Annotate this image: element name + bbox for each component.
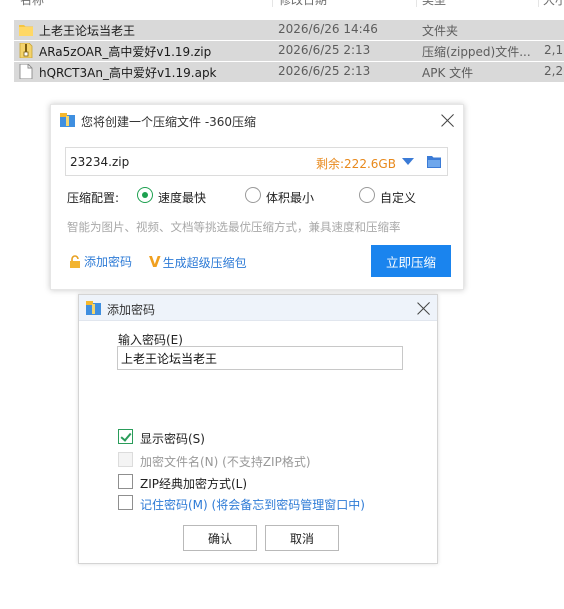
radio-fastest-label[interactable]: 速度最快 xyxy=(158,189,206,206)
file-list-header: 名称 修改日期 类型 大小 xyxy=(0,0,564,9)
file-type: 压缩(zipped)文件... xyxy=(422,45,531,59)
zip-file-icon xyxy=(19,43,33,58)
file-row[interactable]: 上老王论坛当老王 2026/6/26 14:46 文件夹 xyxy=(14,20,564,40)
column-type[interactable]: 类型 xyxy=(422,0,446,8)
column-divider[interactable] xyxy=(416,0,417,7)
close-icon[interactable] xyxy=(417,301,431,315)
file-date: 2026/6/26 14:46 xyxy=(278,22,378,36)
archive-name-field[interactable]: 23234.zip 剩余:222.6GB xyxy=(65,147,448,176)
password-input[interactable] xyxy=(117,346,403,370)
file-type: 文件夹 xyxy=(422,24,459,38)
super-package-label: 生成超级压缩包 xyxy=(162,256,247,270)
add-password-link[interactable]: 添加密码 xyxy=(69,253,132,270)
cancel-button[interactable]: 取消 xyxy=(265,525,339,551)
encrypt-filenames-label: 加密文件名(N) (不支持ZIP格式) xyxy=(140,455,311,469)
screen: 名称 修改日期 类型 大小 上老王论坛当老王 2026/6/26 14:46 文… xyxy=(0,0,564,609)
archive-name: 23234.zip xyxy=(70,155,130,169)
file-size: 2,2 xyxy=(544,64,564,78)
v-badge-icon: V xyxy=(149,253,161,271)
confirm-button[interactable]: 确认 xyxy=(183,525,257,551)
360-zip-app-icon xyxy=(60,113,75,127)
file-row[interactable]: hQRCT3An_高中爱好v1.19.apk 2026/6/25 2:13 AP… xyxy=(14,62,564,82)
compress-config-label: 压缩配置: xyxy=(67,191,120,205)
radio-custom[interactable] xyxy=(359,187,375,203)
file-row[interactable]: ARa5zOAR_高中爱好v1.19.zip 2026/6/25 2:13 压缩… xyxy=(14,41,564,61)
encrypt-filenames-checkbox xyxy=(118,452,133,467)
column-date[interactable]: 修改日期 xyxy=(279,0,327,8)
password-dialog-titlebar[interactable]: 添加密码 xyxy=(79,295,437,321)
column-name[interactable]: 名称 xyxy=(20,0,44,8)
radio-smallest[interactable] xyxy=(245,187,261,203)
file-name: 上老王论坛当老王 xyxy=(39,24,136,38)
column-divider[interactable] xyxy=(272,0,273,7)
folder-browse-icon[interactable] xyxy=(427,155,441,168)
column-size[interactable]: 大小 xyxy=(543,0,564,8)
radio-smallest-label[interactable]: 体积最小 xyxy=(266,189,314,206)
compress-hint: 智能为图片、视频、文档等挑选最优压缩方式，兼具速度和压缩率 xyxy=(67,220,401,234)
file-name: ARa5zOAR_高中爱好v1.19.zip xyxy=(39,45,212,59)
remember-password-checkbox[interactable] xyxy=(118,495,133,510)
file-date: 2026/6/25 2:13 xyxy=(278,64,371,78)
show-password-label[interactable]: 显示密码(S) xyxy=(140,430,205,447)
360-zip-app-icon xyxy=(86,301,101,315)
file-name: hQRCT3An_高中爱好v1.19.apk xyxy=(39,66,217,80)
zip-classic-encryption-checkbox[interactable] xyxy=(118,474,133,489)
lock-icon xyxy=(70,255,80,268)
super-package-link[interactable]: V 生成超级压缩包 xyxy=(149,253,247,271)
file-type: APK 文件 xyxy=(422,66,474,80)
column-divider[interactable] xyxy=(538,0,539,7)
compress-now-button[interactable]: 立即压缩 xyxy=(371,245,451,277)
zip-classic-encryption-label[interactable]: ZIP经典加密方式(L) xyxy=(140,475,247,492)
close-icon[interactable] xyxy=(441,113,455,127)
file-date: 2026/6/25 2:13 xyxy=(278,43,371,57)
radio-custom-label[interactable]: 自定义 xyxy=(380,189,416,206)
add-password-dialog: 添加密码 输入密码(E) 显示密码(S) 加密文件名(N) (不支持ZIP格式)… xyxy=(78,294,438,564)
password-dialog-title: 添加密码 xyxy=(107,303,156,317)
add-password-label: 添加密码 xyxy=(84,255,133,269)
compress-dialog-title: 您将创建一个压缩文件 -360压缩 xyxy=(81,115,257,129)
show-password-checkbox[interactable] xyxy=(118,429,133,444)
chevron-down-icon[interactable] xyxy=(402,158,414,165)
folder-icon xyxy=(19,25,33,36)
file-size: 2,1 xyxy=(544,43,564,57)
free-space-label: 剩余:222.6GB xyxy=(316,157,396,171)
remember-password-label[interactable]: 记住密码(M) (将会备忘到密码管理窗口中) xyxy=(140,496,365,513)
radio-fastest[interactable] xyxy=(137,187,153,203)
compress-dialog: 您将创建一个压缩文件 -360压缩 23234.zip 剩余:222.6GB 压… xyxy=(50,104,464,290)
compress-dialog-titlebar[interactable]: 您将创建一个压缩文件 -360压缩 xyxy=(51,105,463,135)
document-icon xyxy=(19,64,33,79)
